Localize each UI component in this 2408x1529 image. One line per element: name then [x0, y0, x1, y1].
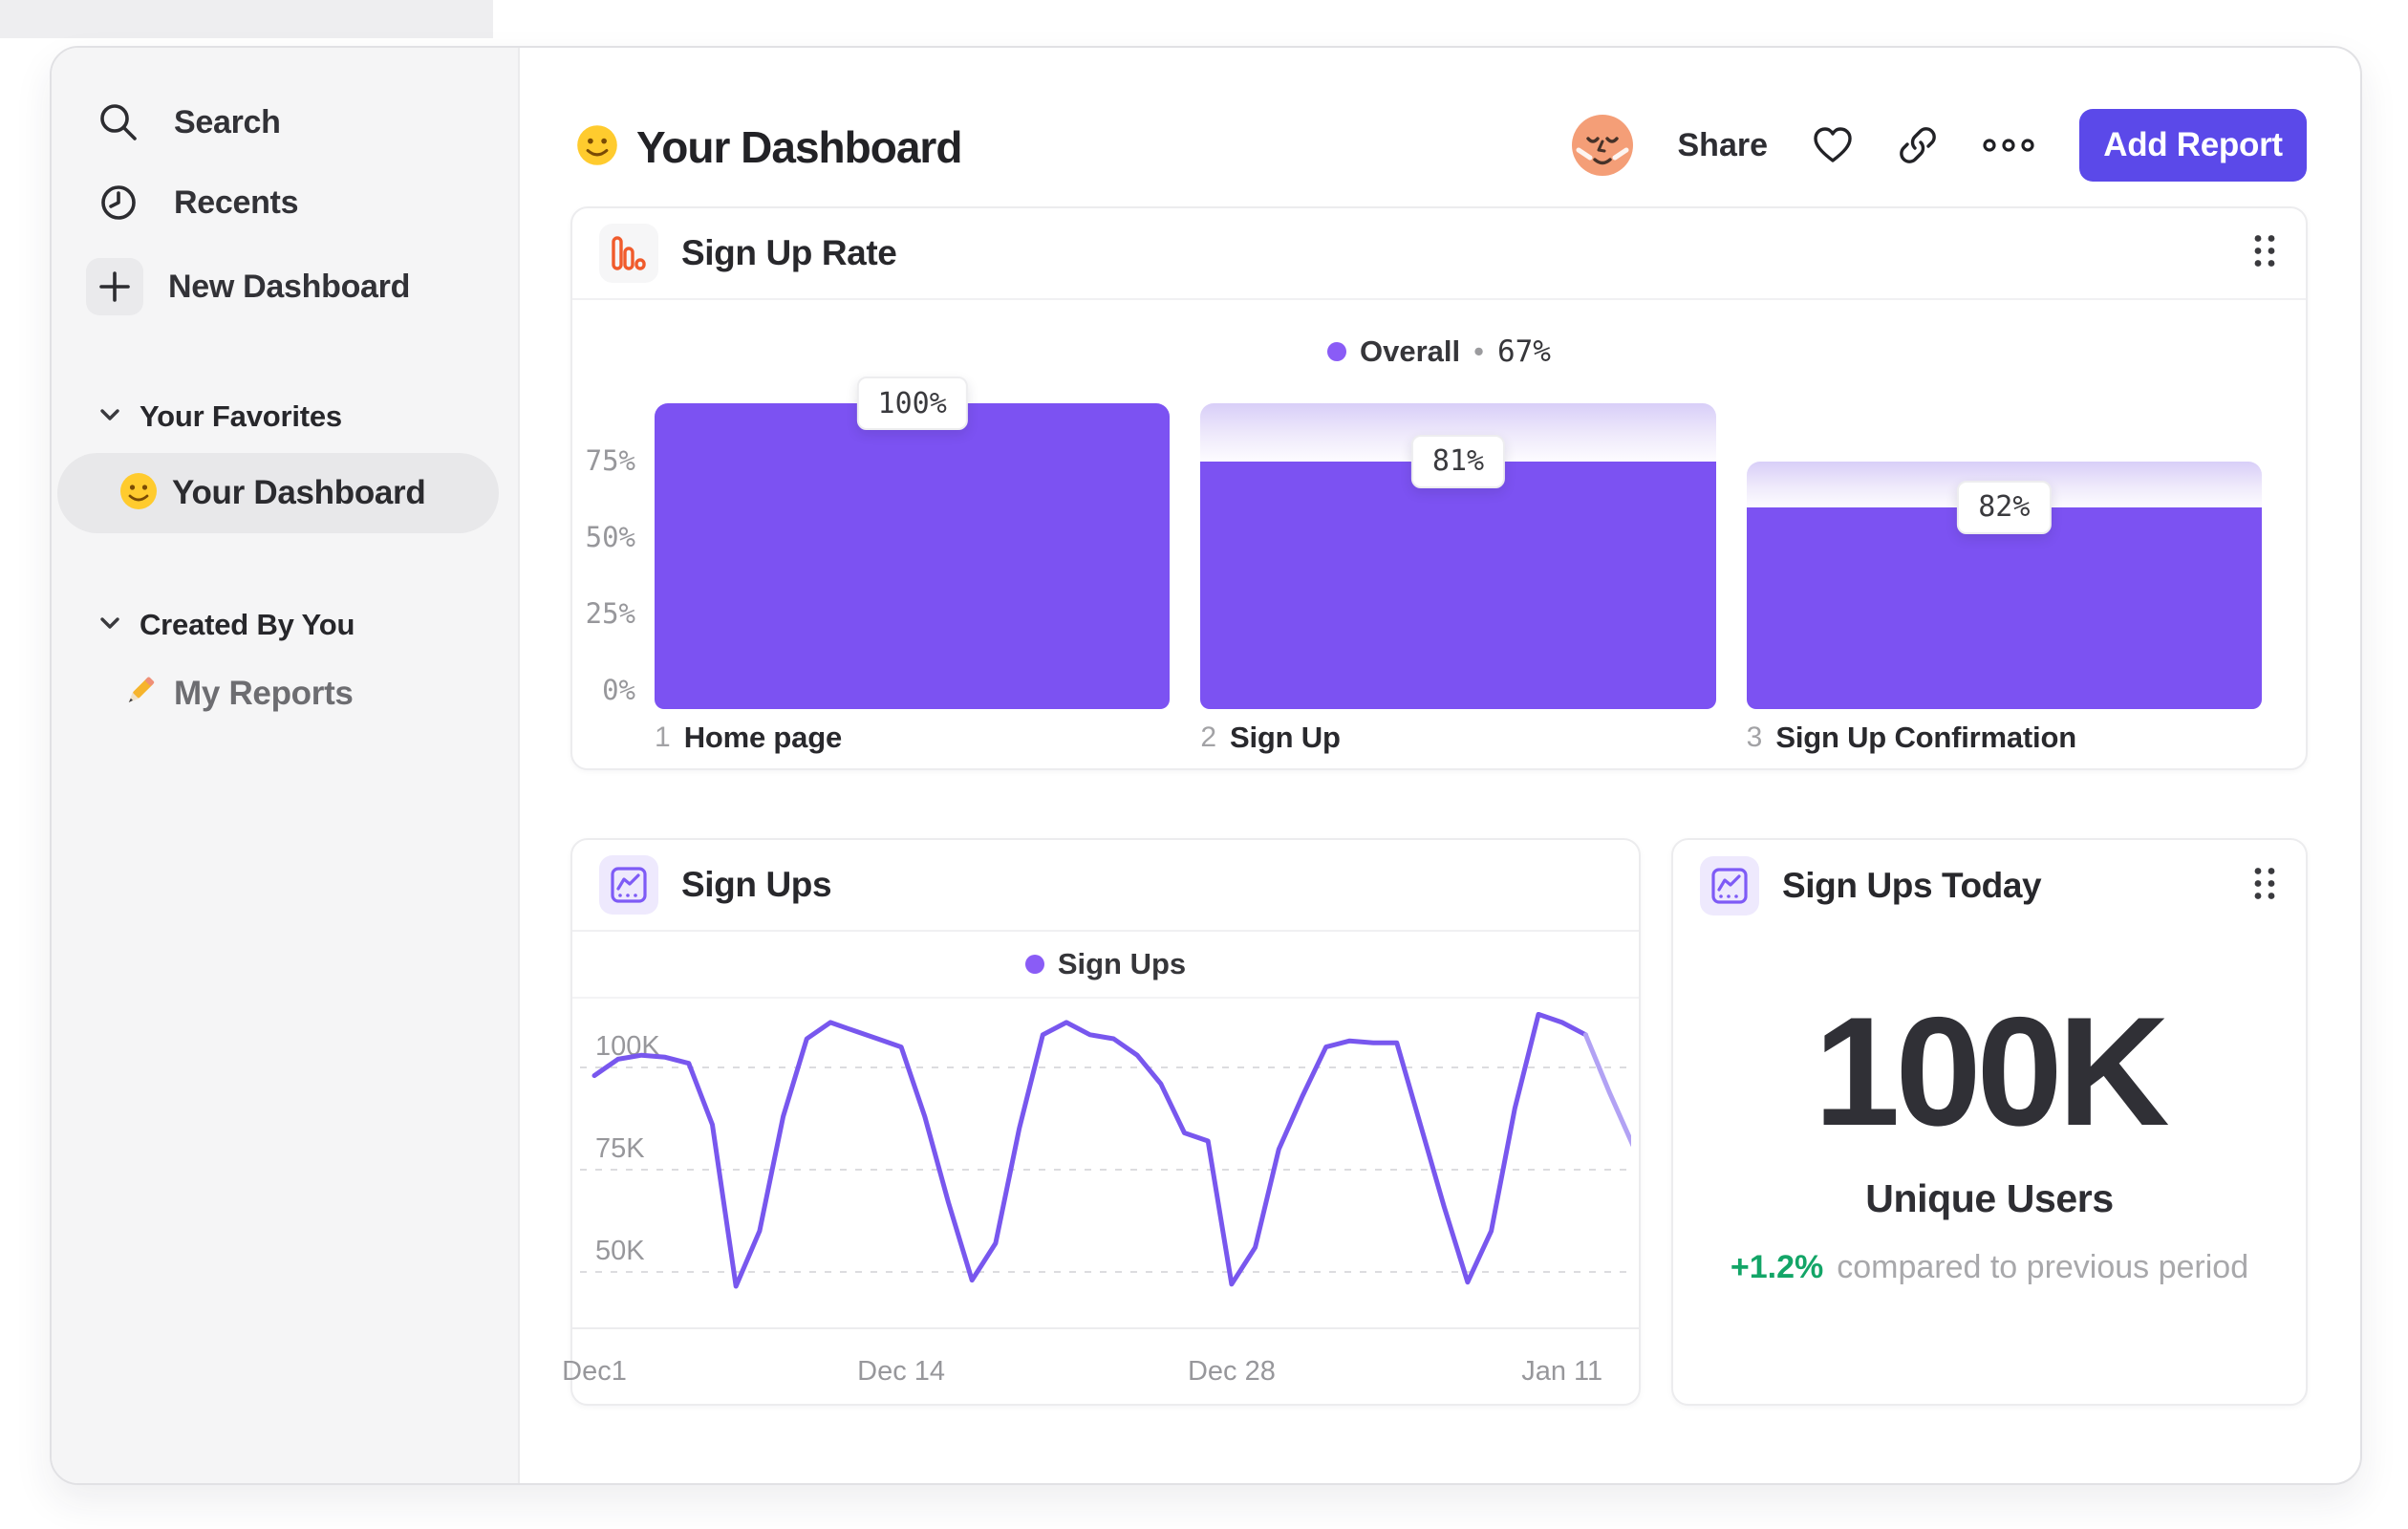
favorite-heart-icon[interactable] [1812, 126, 1854, 164]
funnel-bar-converted [1200, 461, 1716, 709]
smiley-emoji-icon [118, 471, 159, 516]
y-tick: 25% [585, 597, 635, 630]
funnel-bar[interactable]: 100% [655, 377, 1171, 709]
drag-handle-icon[interactable] [2252, 233, 2277, 274]
y-tick: 0% [602, 674, 635, 706]
sidebar-item-label: Search [174, 103, 281, 140]
sidebar-item-new-dashboard[interactable]: New Dashboard [52, 250, 518, 323]
kpi-value: 100K [1814, 985, 2169, 1158]
page-title: Your Dashboard [636, 122, 962, 172]
kpi-delta-pct: +1.2% [1730, 1249, 1824, 1285]
card-title: Sign Ups [681, 865, 832, 904]
kpi-delta: +1.2% compared to previous period [1673, 1249, 2306, 1286]
funnel-bar[interactable]: 82% [1746, 403, 2262, 709]
add-report-button[interactable]: Add Report [2079, 109, 2307, 182]
more-options-icon[interactable] [1982, 138, 2035, 153]
x-axis-line [572, 1327, 1639, 1329]
conversion-badge: 100% [856, 377, 968, 430]
conversion-badge: 81% [1410, 434, 1506, 488]
copy-link-icon[interactable] [1898, 125, 1938, 165]
legend-separator: • [1473, 334, 1484, 368]
page-header: Your Dashboard [575, 109, 962, 185]
funnel-legend[interactable]: Overall • 67% [572, 300, 2306, 403]
pencil-emoji-icon [118, 672, 159, 717]
section-label: Your Favorites [140, 399, 342, 433]
x-tick: Dec1 [562, 1356, 627, 1387]
legend-overall-value: 67% [1496, 334, 1551, 369]
sidebar: Search Recents New Dashboard Your Favori… [52, 48, 520, 1483]
funnel-chart-icon [599, 224, 658, 283]
sign-ups-today-card: Sign Ups Today 100K Unique Users +1.2% c… [1671, 838, 2308, 1406]
y-tick: 50% [585, 521, 635, 553]
sidebar-item-recents[interactable]: Recents [52, 170, 518, 235]
header-actions: Share Add Report [1571, 107, 2307, 183]
background-window-strip [0, 0, 493, 38]
legend-series-name: Sign Ups [1057, 947, 1187, 980]
conversion-badge: 82% [1957, 480, 2052, 534]
funnel-plot: 75% 50% 25% 0% 100% 81% 82% [572, 377, 2306, 709]
kpi-label: Unique Users [1865, 1176, 2114, 1220]
plus-icon [86, 258, 143, 315]
legend-series-name: Overall [1360, 334, 1461, 368]
drag-handle-icon[interactable] [2252, 866, 2277, 907]
funnel-bar-converted [1746, 506, 2262, 709]
sidebar-item-my-reports[interactable]: My Reports [118, 667, 354, 721]
funnel-step-labels: 1 Home page 2 Sign Up 3 Sign Up Confirmation [655, 721, 2262, 755]
x-tick: Dec 28 [1187, 1356, 1276, 1387]
line-chart-plot[interactable] [580, 1012, 1631, 1327]
sign-up-rate-card: Sign Up Rate Overall • 67% 75% 50% 25% 0… [570, 206, 2308, 770]
sidebar-section-your-favorites[interactable]: Your Favorites [99, 398, 342, 436]
line-legend[interactable]: Sign Ups [572, 932, 1639, 999]
x-tick: Dec 14 [857, 1356, 946, 1387]
funnel-step-label: 1 Home page [655, 721, 842, 754]
card-header: Sign Ups [572, 840, 1639, 932]
sign-ups-card: Sign Ups Sign Ups 100K 75K 50K Dec1 Dec 14 D… [562, 838, 1641, 1406]
funnel-bar-converted [655, 403, 1171, 709]
avatar[interactable] [1571, 114, 1634, 177]
legend-dot [1327, 342, 1346, 361]
kpi-delta-note: compared to previous period [1837, 1249, 2249, 1285]
app-window: Search Recents New Dashboard Your Favori… [50, 46, 2362, 1485]
sidebar-item-your-dashboard[interactable]: Your Dashboard [57, 453, 499, 533]
funnel-bars: 100% 81% 82% [655, 377, 2262, 709]
card-header: Sign Ups Today [1673, 840, 2306, 932]
share-button[interactable]: Share [1678, 127, 1769, 164]
funnel-bar[interactable]: 81% [1200, 403, 1716, 709]
card-title: Sign Ups Today [1782, 866, 2042, 905]
y-tick: 75% [585, 444, 635, 477]
card-header: Sign Up Rate [572, 208, 2306, 300]
line-chart-icon [1700, 856, 1759, 915]
funnel-step-label: 3 Sign Up Confirmation [1746, 721, 2076, 754]
sidebar-item-label: New Dashboard [168, 268, 411, 305]
sidebar-item-search[interactable]: Search [52, 90, 518, 155]
section-label: Created By You [140, 608, 355, 641]
legend-dot [1024, 955, 1044, 974]
search-icon [90, 100, 147, 144]
sidebar-section-created-by-you[interactable]: Created By You [99, 606, 355, 644]
chevron-down-icon [99, 616, 120, 635]
card-title: Sign Up Rate [681, 233, 897, 272]
sidebar-item-label: Your Dashboard [172, 474, 426, 511]
funnel-step-label: 2 Sign Up [1200, 721, 1341, 754]
smiley-emoji-icon [575, 123, 619, 172]
chevron-down-icon [99, 408, 120, 426]
x-tick: Jan 11 [1521, 1356, 1603, 1387]
sidebar-item-label: My Reports [174, 675, 354, 712]
screen: Search Recents New Dashboard Your Favori… [0, 0, 2408, 1529]
sidebar-item-label: Recents [174, 183, 299, 221]
line-chart-icon [599, 855, 658, 915]
clock-icon [90, 181, 147, 225]
